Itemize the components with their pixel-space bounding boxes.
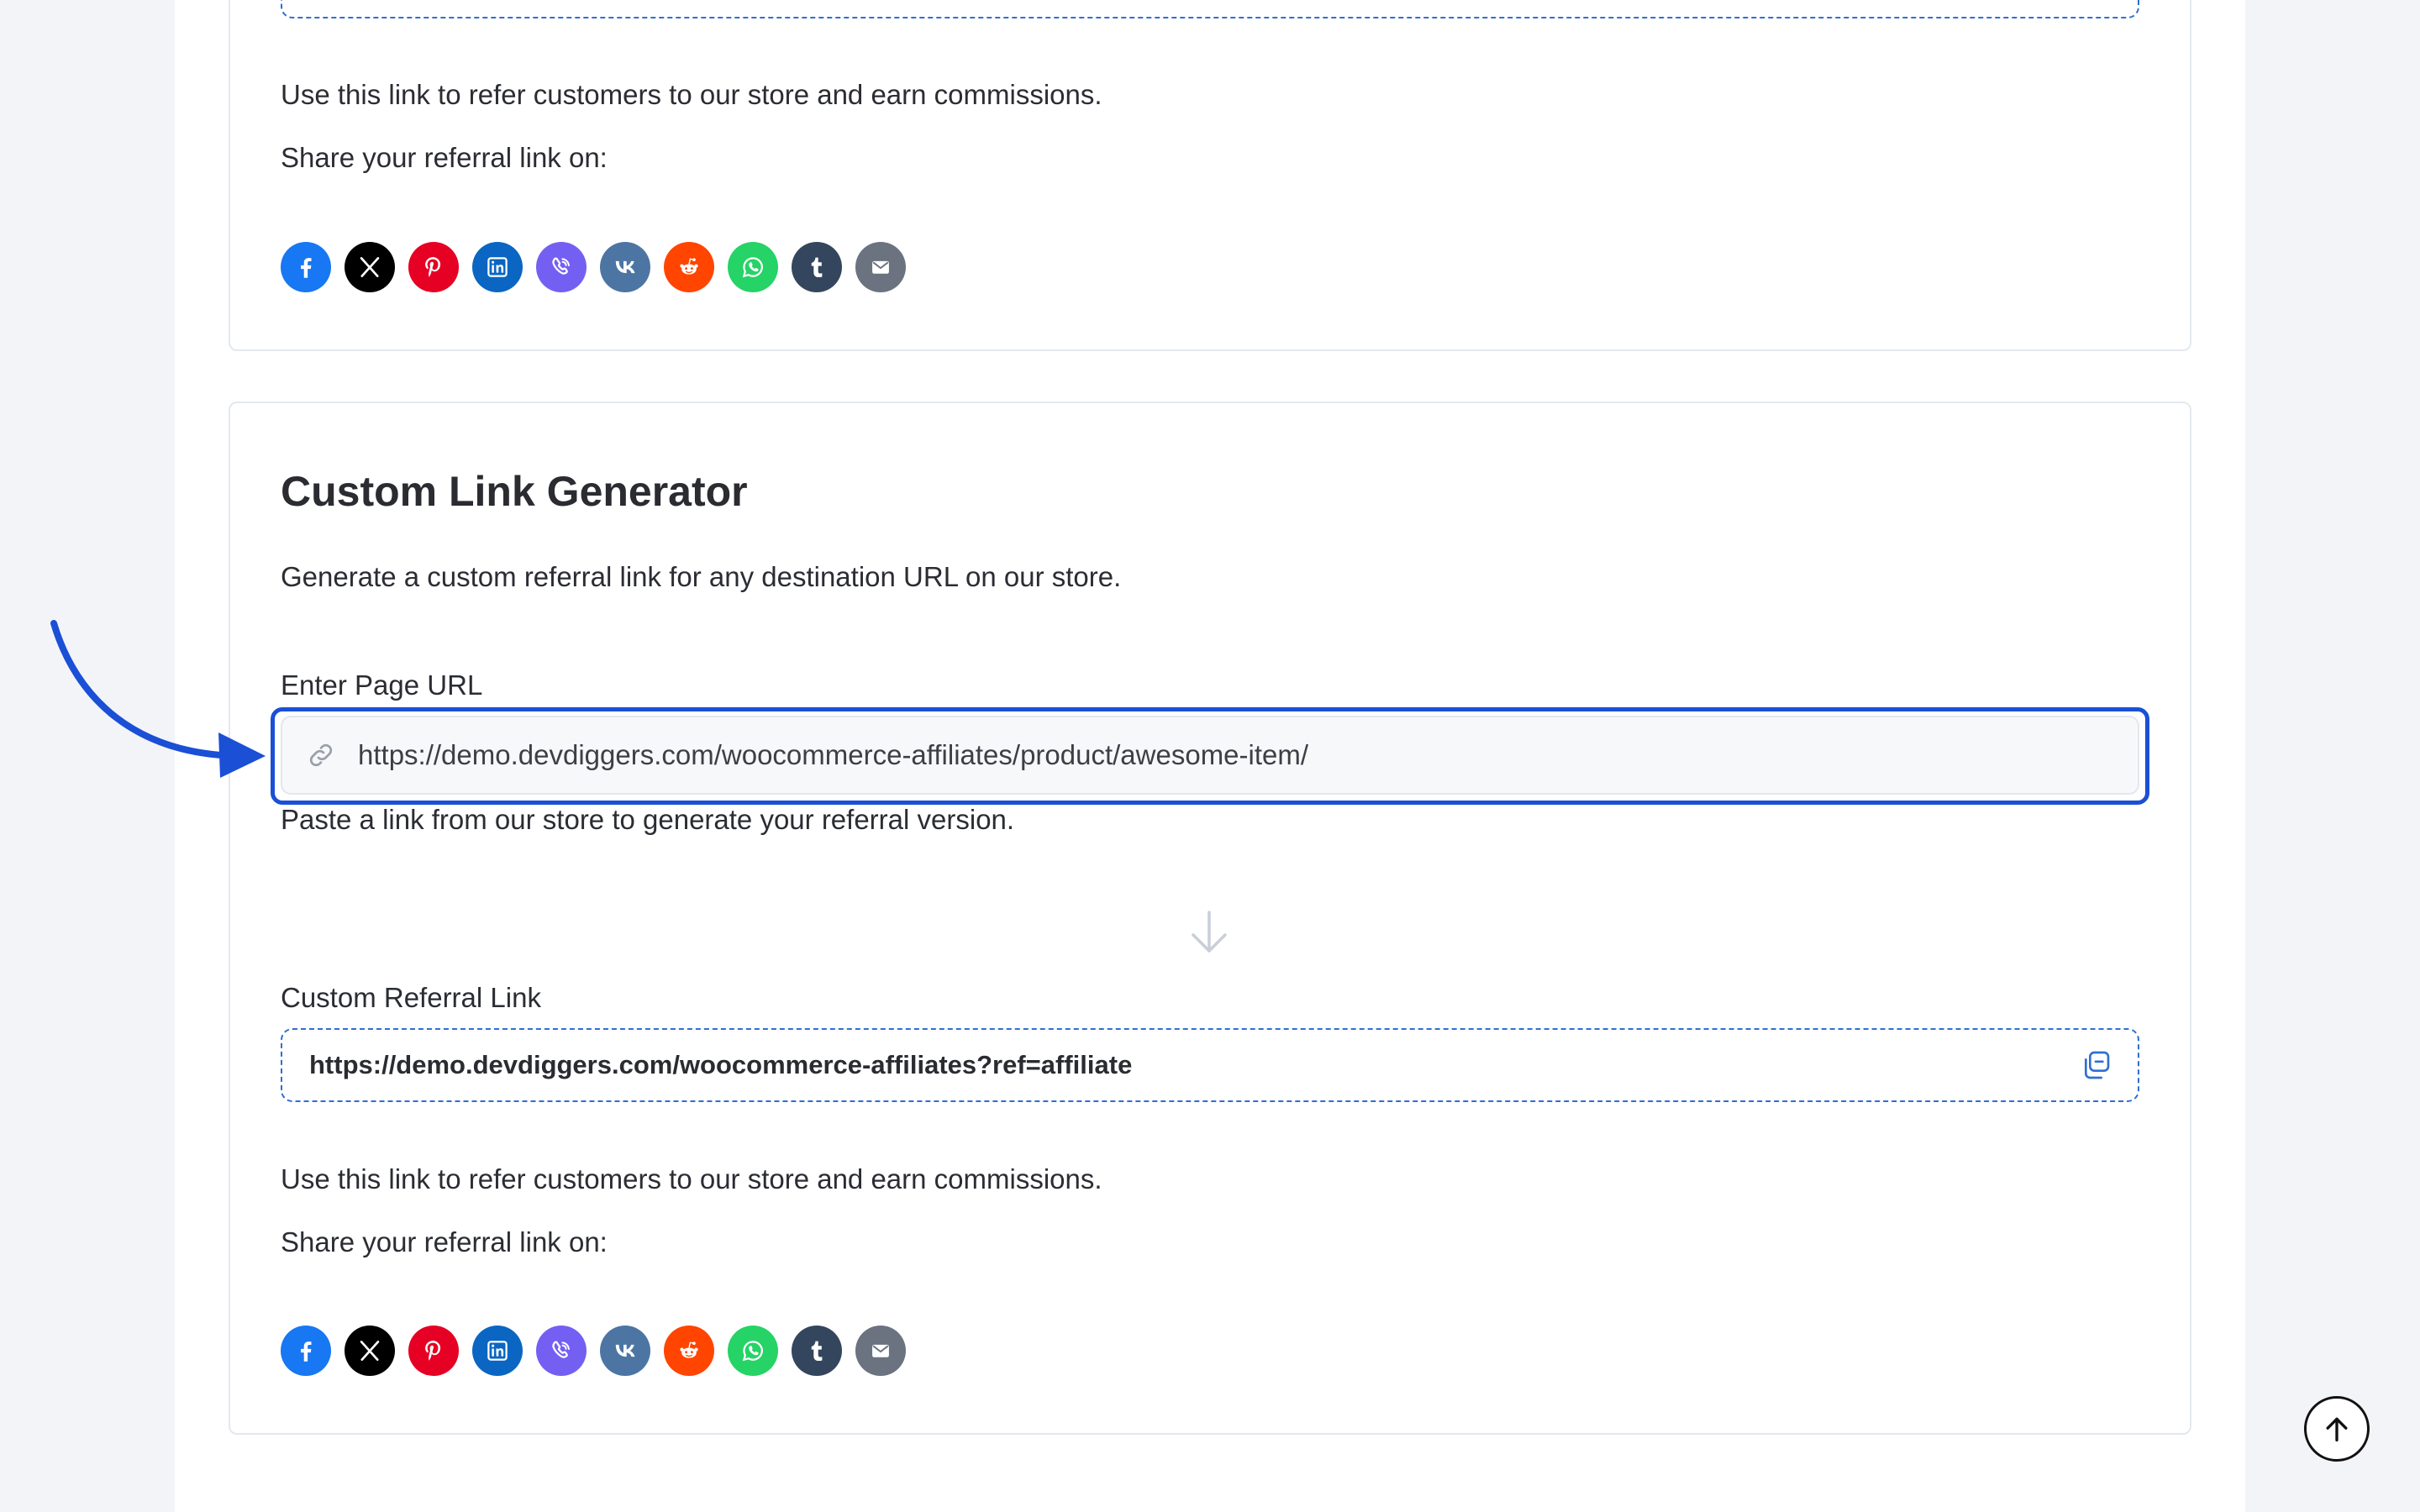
custom-link-subtitle: Generate a custom referral link for any … — [281, 561, 1122, 592]
share-reddit-button[interactable] — [664, 242, 714, 292]
page-url-help: Paste a link from our store to generate … — [281, 804, 1015, 835]
pinterest-icon — [425, 1340, 441, 1361]
scroll-to-top-button[interactable] — [2304, 1396, 2370, 1462]
share-email-button[interactable] — [855, 1326, 906, 1376]
share-viber-button[interactable] — [536, 1326, 587, 1376]
page-url-field[interactable] — [281, 716, 2139, 795]
share-icons-bottom — [281, 1326, 906, 1376]
referral-link-box[interactable] — [281, 0, 2139, 18]
custom-share-label: Share your referral link on: — [281, 1226, 608, 1257]
share-reddit-button[interactable] — [664, 1326, 714, 1376]
referral-link-card — [229, 0, 2191, 351]
arrow-down-icon — [1192, 911, 1227, 953]
share-x-button[interactable] — [345, 242, 395, 292]
share-tumblr-button[interactable] — [792, 242, 842, 292]
share-icons-top — [281, 242, 906, 292]
share-facebook-button[interactable] — [281, 1326, 331, 1376]
share-pinterest-button[interactable] — [408, 1326, 459, 1376]
vk-icon — [615, 260, 635, 274]
share-vk-button[interactable] — [600, 1326, 650, 1376]
page-url-input[interactable] — [358, 739, 2106, 771]
custom-referral-link-label: Custom Referral Link — [281, 982, 541, 1013]
reddit-icon — [680, 258, 698, 275]
tumblr-icon — [811, 257, 823, 278]
pinterest-icon — [425, 256, 441, 277]
viber-icon — [552, 257, 570, 275]
facebook-icon — [301, 1341, 312, 1362]
share-vk-button[interactable] — [600, 242, 650, 292]
page-url-label: Enter Page URL — [281, 669, 483, 701]
share-facebook-button[interactable] — [281, 242, 331, 292]
facebook-icon — [301, 258, 312, 278]
copy-icon[interactable] — [2079, 1048, 2112, 1082]
tumblr-icon — [811, 1341, 823, 1362]
share-pinterest-button[interactable] — [408, 242, 459, 292]
whatsapp-icon — [742, 1341, 763, 1362]
referral-description: Use this link to refer customers to our … — [281, 79, 1102, 110]
annotation-arrow-icon — [50, 620, 266, 778]
linkedin-icon — [487, 257, 508, 277]
x-icon — [360, 257, 380, 277]
whatsapp-icon — [742, 257, 763, 278]
email-icon — [872, 1344, 889, 1357]
vk-icon — [615, 1344, 635, 1357]
custom-referral-link-value: https://demo.devdiggers.com/woocommerce-… — [309, 1050, 1133, 1079]
linkedin-icon — [487, 1341, 508, 1361]
share-linkedin-button[interactable] — [472, 242, 523, 292]
custom-link-title: Custom Link Generator — [281, 468, 748, 515]
custom-referral-link-box[interactable]: https://demo.devdiggers.com/woocommerce-… — [281, 1028, 2139, 1102]
share-linkedin-button[interactable] — [472, 1326, 523, 1376]
viber-icon — [552, 1341, 570, 1358]
custom-referral-description: Use this link to refer customers to our … — [281, 1163, 1102, 1194]
share-tumblr-button[interactable] — [792, 1326, 842, 1376]
share-email-button[interactable] — [855, 242, 906, 292]
share-x-button[interactable] — [345, 1326, 395, 1376]
email-icon — [872, 260, 889, 274]
reddit-icon — [680, 1341, 698, 1358]
share-whatsapp-button[interactable] — [728, 1326, 778, 1376]
share-label: Share your referral link on: — [281, 142, 608, 173]
share-whatsapp-button[interactable] — [728, 242, 778, 292]
link-icon — [309, 743, 333, 767]
arrow-up-icon — [2326, 1417, 2348, 1441]
x-icon — [360, 1341, 380, 1361]
share-viber-button[interactable] — [536, 242, 587, 292]
